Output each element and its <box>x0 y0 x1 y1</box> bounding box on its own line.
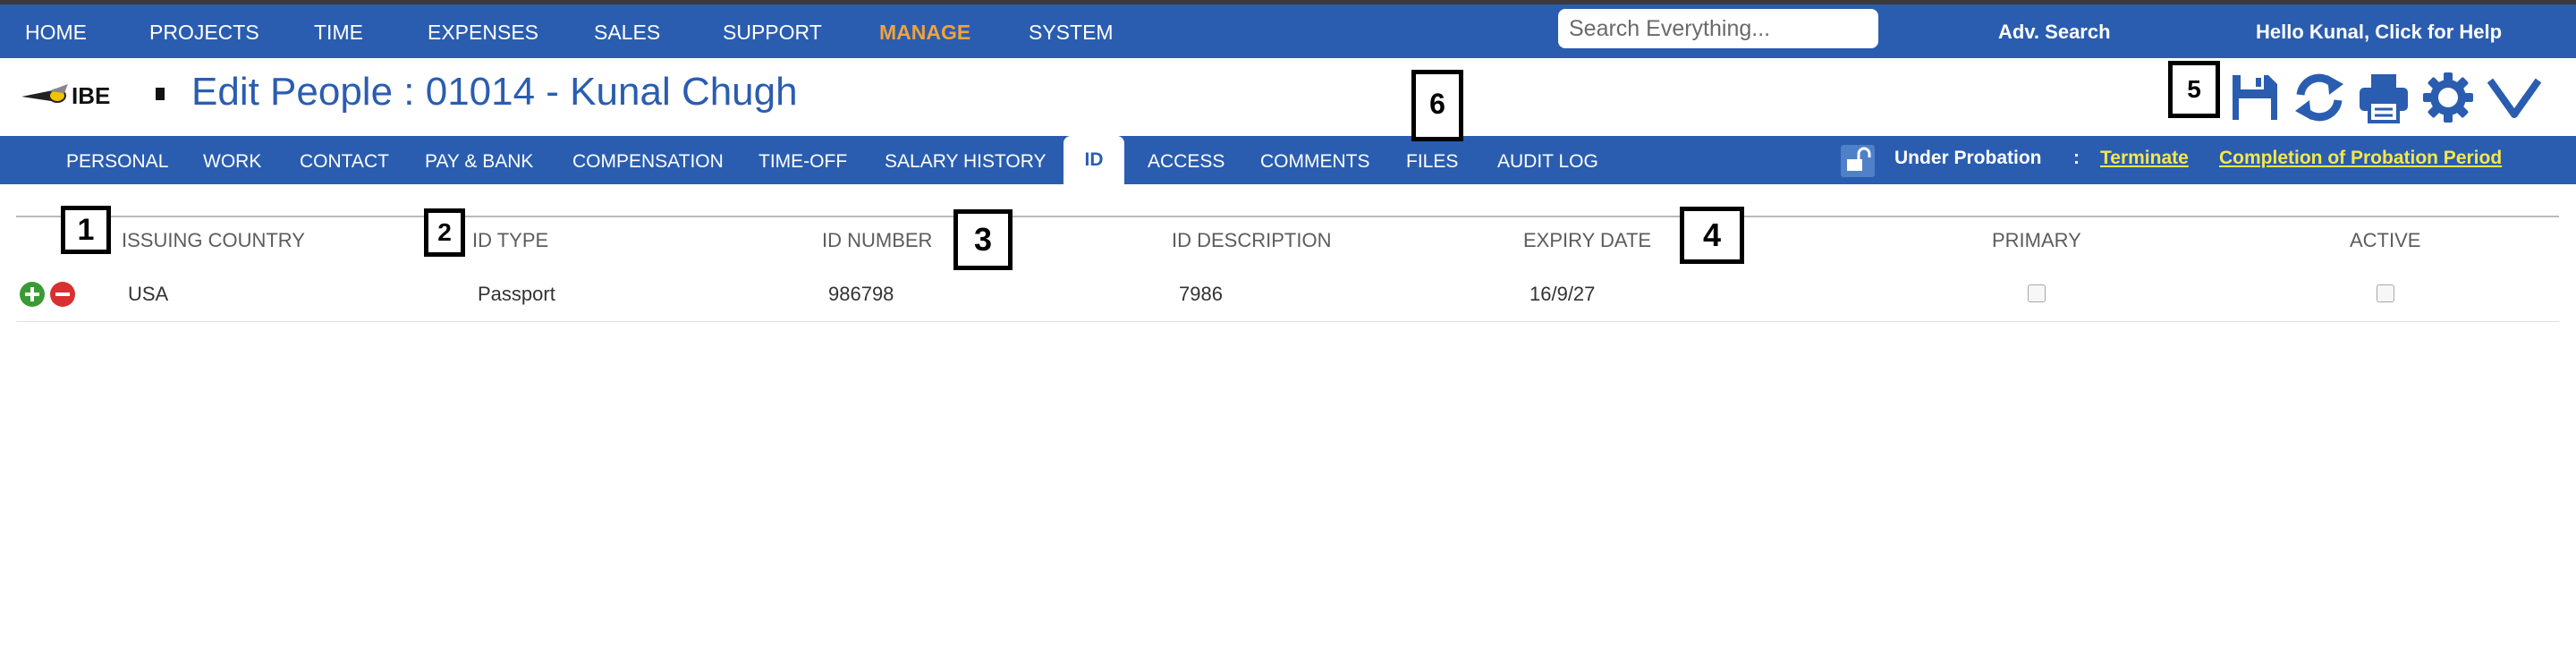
collapse-chevron-icon[interactable] <box>2487 70 2542 125</box>
tab-comments[interactable]: COMMENTS <box>1260 151 1370 173</box>
col-id-number: ID NUMBER <box>822 229 933 251</box>
help-greeting-link[interactable]: Hello Kunal, Click for Help <box>2256 21 2502 44</box>
terminate-link[interactable]: Terminate <box>2100 148 2189 169</box>
nav-home[interactable]: HOME <box>25 21 87 45</box>
tab-compensation[interactable]: COMPENSATION <box>572 151 724 173</box>
annotation-marker-3: 3 <box>953 209 1013 270</box>
cell-expiry-date[interactable]: 16/9/27 <box>1530 283 1595 306</box>
tab-access[interactable]: ACCESS <box>1148 151 1224 173</box>
col-id-type: ID TYPE <box>472 229 549 251</box>
tab-audit-log[interactable]: AUDIT LOG <box>1497 151 1598 173</box>
annotation-marker-5: 5 <box>2168 61 2220 118</box>
primary-checkbox[interactable] <box>2028 284 2046 302</box>
active-checkbox[interactable] <box>2377 284 2394 302</box>
annotation-marker-4: 4 <box>1680 207 1744 264</box>
unlock-icon[interactable] <box>1841 145 1875 177</box>
advanced-search-link[interactable]: Adv. Search <box>1998 21 2111 44</box>
nav-expenses[interactable]: EXPENSES <box>428 21 538 45</box>
col-active: ACTIVE <box>2350 229 2421 251</box>
col-issuing-country: ISSUING COUNTRY <box>122 229 305 251</box>
top-navigation-bar: HOME PROJECTS TIME EXPENSES SALES SUPPOR… <box>0 4 2576 58</box>
refresh-icon[interactable] <box>2292 70 2347 125</box>
col-id-description: ID DESCRIPTION <box>1172 229 1332 251</box>
col-primary: PRIMARY <box>1992 229 2081 251</box>
nav-projects[interactable]: PROJECTS <box>149 21 259 45</box>
save-icon[interactable] <box>2227 70 2283 125</box>
col-expiry-date: EXPIRY DATE <box>1523 229 1652 251</box>
nav-manage[interactable]: MANAGE <box>879 21 970 45</box>
tab-files[interactable]: FILES <box>1406 151 1458 173</box>
table-top-divider <box>16 216 2559 217</box>
cell-id-type[interactable]: Passport <box>478 283 555 306</box>
complete-probation-link[interactable]: Completion of Probation Period <box>2219 148 2502 169</box>
annotation-marker-1: 1 <box>61 206 111 254</box>
cell-id-description[interactable]: 7986 <box>1179 283 1223 306</box>
tab-time-off[interactable]: TIME-OFF <box>758 151 847 173</box>
settings-gear-icon[interactable] <box>2420 70 2476 125</box>
company-logo[interactable]: IBE <box>21 79 172 109</box>
remove-row-icon[interactable] <box>50 282 75 307</box>
nav-support[interactable]: SUPPORT <box>723 21 822 45</box>
tab-pay-bank[interactable]: PAY & BANK <box>425 151 533 173</box>
nav-time[interactable]: TIME <box>314 21 363 45</box>
cell-id-number[interactable]: 986798 <box>828 283 894 306</box>
global-search-input[interactable] <box>1558 9 1878 48</box>
annotation-marker-6: 6 <box>1411 70 1463 141</box>
tab-contact[interactable]: CONTACT <box>300 151 389 173</box>
people-tab-bar: PERSONAL WORK CONTACT PAY & BANK COMPENS… <box>0 136 2576 184</box>
cell-issuing-country[interactable]: USA <box>128 283 168 306</box>
probation-separator: : <box>2073 148 2080 168</box>
table-row-divider <box>16 321 2559 322</box>
logo-text: IBE <box>72 82 110 109</box>
print-icon[interactable] <box>2356 70 2411 125</box>
tab-salary-history[interactable]: SALARY HISTORY <box>885 151 1046 173</box>
tab-id[interactable]: ID <box>1063 136 1124 184</box>
annotation-marker-2: 2 <box>424 208 465 257</box>
nav-system[interactable]: SYSTEM <box>1029 21 1114 45</box>
page-title: Edit People : 01014 - Kunal Chugh <box>191 70 798 114</box>
probation-status: Under Probation <box>1894 148 2042 168</box>
tab-personal[interactable]: PERSONAL <box>66 151 168 173</box>
tab-work[interactable]: WORK <box>203 151 261 173</box>
add-row-icon[interactable] <box>20 282 45 307</box>
nav-sales[interactable]: SALES <box>594 21 660 45</box>
